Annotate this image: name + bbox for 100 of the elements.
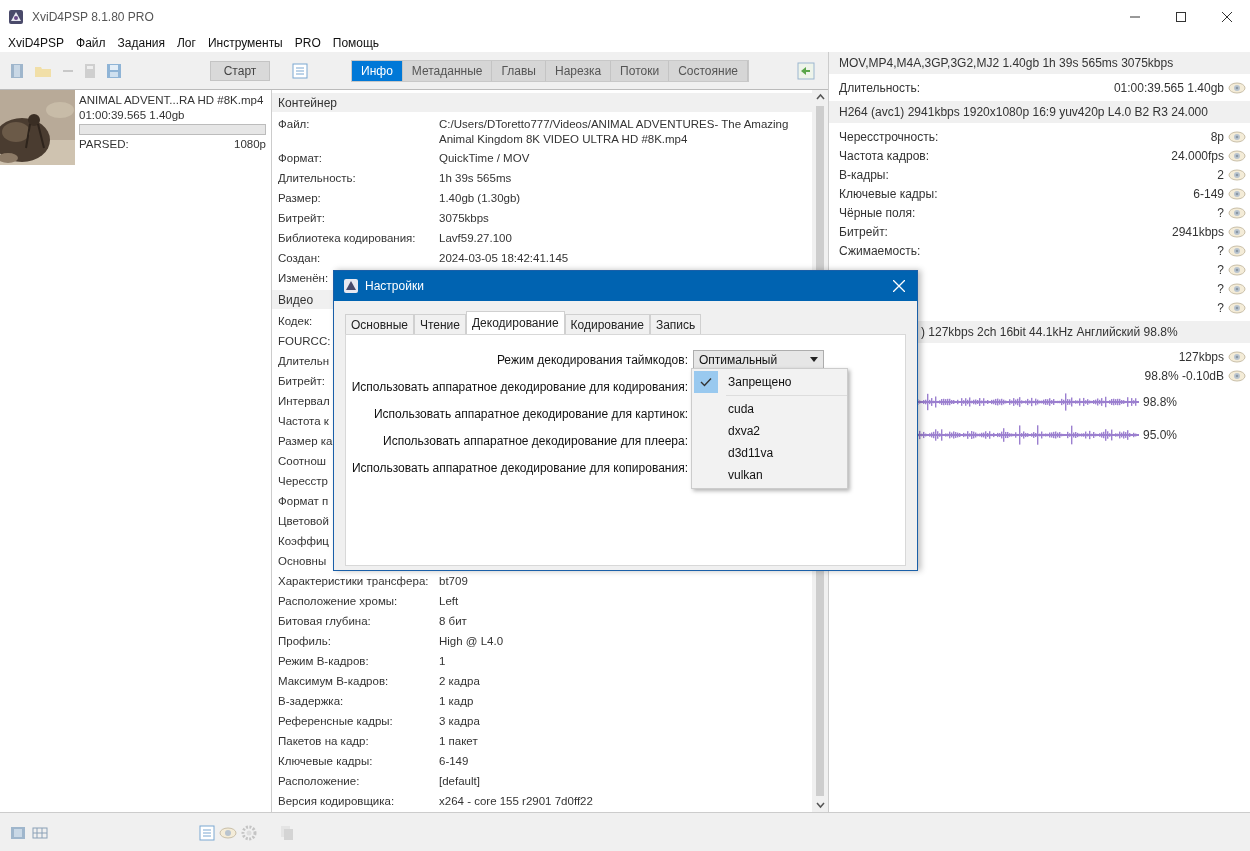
gear-icon[interactable]: [241, 824, 257, 841]
eye-icon[interactable]: [1228, 130, 1246, 143]
check-icon: [700, 377, 712, 387]
info-value: 1h 39s 565ms: [439, 171, 513, 186]
info-label: Расположение хромы:: [278, 594, 398, 609]
stream-value: 2: [1217, 167, 1224, 182]
section-header: Контейнер: [272, 93, 812, 112]
stream-label: Чересстрочность:: [839, 129, 939, 144]
info-value: 2 кадра: [439, 674, 481, 689]
menu-item[interactable]: Инструменты: [202, 36, 290, 50]
info-label: FOURCC:: [278, 334, 331, 349]
tab[interactable]: Инфо: [352, 60, 403, 81]
info-label: Ключевые кадры:: [278, 754, 373, 769]
grid-icon[interactable]: [32, 825, 48, 840]
menu-item[interactable]: PRO: [289, 36, 328, 50]
info-value: 2024-03-05 18:42:41.145: [439, 251, 570, 266]
menu-option[interactable]: cuda: [692, 398, 847, 420]
eye-icon[interactable]: [1228, 301, 1246, 314]
stream-value: ?: [1217, 262, 1224, 277]
setting-label: Использовать аппаратное декодирование для кодирования:: [350, 379, 688, 394]
dropdown[interactable]: Оптимальный: [693, 349, 824, 370]
eye-icon[interactable]: [1228, 282, 1246, 295]
menu-option[interactable]: d3d11va: [692, 442, 847, 464]
menu-item[interactable]: Лог: [172, 36, 203, 50]
info-value: x264 - core 155 r2901 7d0ff22: [439, 794, 594, 809]
start-button[interactable]: Старт: [210, 60, 270, 81]
stream-value: ?: [1217, 205, 1224, 220]
tab[interactable]: Главы: [492, 60, 546, 81]
info-label: Коэффиц: [278, 534, 329, 549]
tab[interactable]: Потоки: [611, 60, 670, 81]
tab[interactable]: Запись: [649, 314, 702, 334]
info-label: Версия кодировщика:: [278, 794, 395, 809]
info-value: 6-149: [439, 754, 470, 769]
eye-icon[interactable]: [1228, 350, 1246, 363]
info-label: Формат:: [278, 151, 323, 166]
stream-label: Ключевые кадры:: [839, 186, 938, 201]
stream-value: ?: [1217, 300, 1224, 315]
info-label: Профиль:: [278, 634, 331, 649]
info-label: Битрейт:: [278, 211, 325, 226]
stream-value: ?: [1217, 281, 1224, 296]
import-icon[interactable]: [797, 61, 816, 80]
eye-icon[interactable]: [1228, 369, 1246, 382]
info-label: Создан:: [278, 251, 321, 266]
info-label: Формат п: [278, 494, 329, 509]
info-label: Битовая глубина:: [278, 614, 371, 629]
stream-header: H264 (avc1) 2941kbps 1920x1080p 16:9 yuv420p L4.0 B2 R3 24.000: [839, 105, 1208, 119]
save-icon[interactable]: [106, 62, 122, 79]
tab[interactable]: Чтение: [413, 314, 466, 334]
eye-icon[interactable]: [1228, 206, 1246, 219]
tab[interactable]: Нарезка: [546, 60, 612, 81]
menu-item[interactable]: Помощь: [327, 36, 387, 50]
tab[interactable]: Декодирование: [466, 311, 565, 334]
list-icon[interactable]: [292, 62, 308, 79]
window-title: XviD4PSP 8.1.80 PRO: [32, 10, 155, 24]
info-label: Размер ка: [278, 434, 333, 449]
menu-option[interactable]: Запрещено: [692, 371, 847, 393]
menu-option[interactable]: vulkan: [692, 464, 847, 486]
file-info: 01:00:39.565 1.40gb: [79, 109, 186, 121]
info-label: Пакетов на кадр:: [278, 734, 369, 749]
eye-icon[interactable]: [1228, 187, 1246, 200]
eye-icon[interactable]: [1228, 168, 1246, 181]
setting-label: Режим декодирования таймкодов:: [495, 352, 688, 367]
eye-icon[interactable]: [219, 826, 237, 839]
stream-value: 8p: [1210, 129, 1224, 144]
menu-item[interactable]: Файл: [71, 36, 113, 50]
list-icon[interactable]: [199, 824, 215, 841]
film-icon[interactable]: [10, 62, 24, 79]
stream-header: ) 127kbps 2ch 16bit 44.1kHz Английский 98.8%: [921, 325, 1178, 339]
copy-icon[interactable]: [279, 824, 295, 841]
calculator-icon[interactable]: [84, 62, 96, 79]
stream-label: Длительность:: [839, 80, 921, 95]
info-label: Файл:: [278, 117, 310, 132]
tab[interactable]: Кодирование: [564, 314, 650, 334]
info-value: QuickTime / MOV: [439, 151, 531, 166]
setting-label: Использовать аппаратное декодирование для копирования:: [350, 460, 688, 475]
menu-item[interactable]: XviD4PSP: [3, 36, 72, 50]
film-icon[interactable]: [10, 824, 26, 841]
info-value: [default]: [439, 774, 481, 789]
tab[interactable]: Состояние: [669, 60, 749, 81]
info-label: Изменён:: [278, 271, 329, 286]
stream-label: Битрейт:: [839, 224, 888, 239]
tab[interactable]: Основные: [345, 314, 414, 334]
info-value: Left: [439, 594, 460, 609]
tab[interactable]: Метаданные: [402, 60, 493, 81]
info-label: Характеристики трансфера:: [278, 574, 429, 589]
info-value: 3 кадра: [439, 714, 481, 729]
info-label: Длительн: [278, 354, 330, 369]
eye-icon[interactable]: [1228, 81, 1246, 94]
menu-option[interactable]: dxva2: [692, 420, 847, 442]
stream-value: 6-149: [1193, 186, 1224, 201]
app-logo-icon: [8, 9, 24, 25]
eye-icon[interactable]: [1228, 263, 1246, 276]
stream-value: ?: [1217, 243, 1224, 258]
stream-value: 24.000fps: [1171, 148, 1224, 163]
eye-icon[interactable]: [1228, 149, 1246, 162]
file-name: ANIMAL ADVENT...RA HD #8K.mp4: [79, 94, 265, 106]
stream-label: Частота кадров:: [839, 148, 930, 163]
eye-icon[interactable]: [1228, 244, 1246, 257]
menu-item[interactable]: Задания: [112, 36, 172, 50]
eye-icon[interactable]: [1228, 225, 1246, 238]
